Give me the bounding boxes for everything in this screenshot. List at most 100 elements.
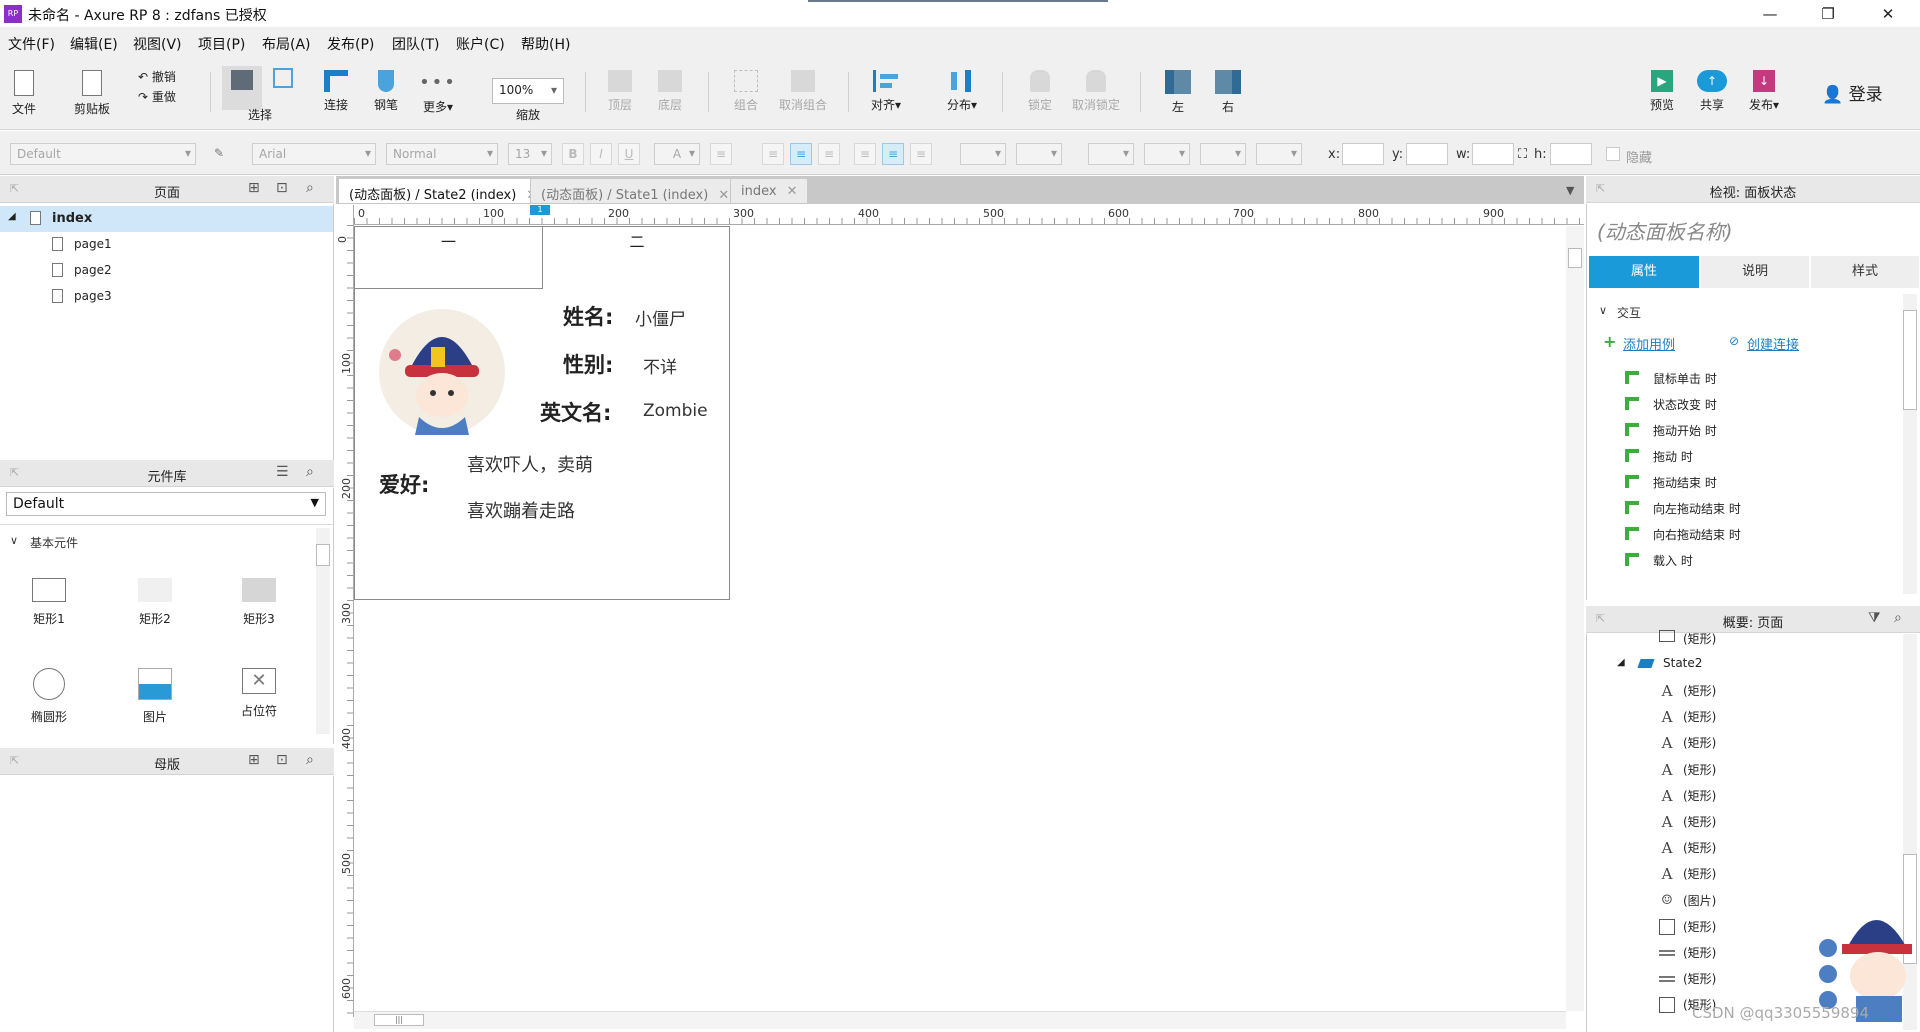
- lock-button[interactable]: 锁定: [1020, 70, 1060, 113]
- tab-index[interactable]: index ✕: [730, 178, 809, 204]
- add-master-icon[interactable]: ⊞: [248, 752, 260, 768]
- close-icon[interactable]: ✕: [787, 184, 798, 199]
- filter-icon[interactable]: ⧩: [1868, 610, 1881, 626]
- inspector-scrollbar[interactable]: [1903, 294, 1917, 594]
- group-button[interactable]: 组合: [724, 70, 768, 113]
- add-page-icon[interactable]: ⊞: [248, 180, 260, 196]
- library-select[interactable]: Default ▼: [6, 492, 326, 516]
- font-weight-select[interactable]: Normal: [386, 143, 498, 165]
- add-case-link[interactable]: 添加用例: [1623, 334, 1675, 353]
- close-button[interactable]: ✕: [1868, 3, 1908, 25]
- publish-button[interactable]: ↓ 发布▾: [1742, 70, 1786, 113]
- line-color-select[interactable]: [1088, 143, 1134, 165]
- fill-color-select[interactable]: [960, 143, 1006, 165]
- event-dragend[interactable]: 拖动结束 时: [1587, 470, 1917, 496]
- panel-name-input[interactable]: (动态面板名称): [1597, 216, 1733, 245]
- page-item-page3[interactable]: page3: [0, 284, 333, 310]
- connect-tool[interactable]: 连接: [318, 70, 354, 113]
- menu-file[interactable]: 文件(F): [8, 34, 55, 54]
- tab-state2[interactable]: (动态面板) / State2 (index)✕: [338, 178, 549, 204]
- widget-rect1[interactable]: 矩形1: [4, 578, 94, 627]
- outline-state2[interactable]: ◢ State2: [1587, 652, 1917, 678]
- page-item-index[interactable]: ◢ index: [0, 206, 333, 232]
- valign-middle-icon[interactable]: ≡: [882, 143, 904, 165]
- chevron-down-icon[interactable]: ∨: [1599, 304, 1607, 317]
- event-onload[interactable]: 载入 时: [1587, 548, 1917, 574]
- event-onclick[interactable]: 鼠标单击 时: [1587, 366, 1917, 392]
- canvas-horizontal-scrollbar[interactable]: |||: [354, 1011, 1566, 1029]
- font-family-select[interactable]: Arial: [252, 143, 376, 165]
- create-link-link[interactable]: 创建连接: [1747, 334, 1799, 353]
- bold-button[interactable]: B: [562, 143, 584, 165]
- h-input[interactable]: [1550, 143, 1592, 165]
- valign-bottom-icon[interactable]: ≡: [910, 143, 932, 165]
- menu-layout[interactable]: 布局(A): [262, 34, 311, 54]
- align-button[interactable]: 对齐▾: [864, 70, 908, 113]
- event-drag[interactable]: 拖动 时: [1587, 444, 1917, 470]
- menu-help[interactable]: 帮助(H): [521, 34, 570, 54]
- share-button[interactable]: ↑ 共享: [1692, 70, 1732, 113]
- dynamic-panel-state2[interactable]: 一 二 姓名: 小僵尸 性别: 不详 英文名: Zombie 爱好: 喜欢吓人，…: [354, 226, 730, 600]
- canvas-vertical-scrollbar[interactable]: [1566, 226, 1584, 1011]
- menu-edit[interactable]: 编辑(E): [70, 34, 118, 54]
- menu-icon[interactable]: ☰: [276, 464, 289, 480]
- outline-item[interactable]: A (矩形): [1587, 757, 1917, 783]
- underline-button[interactable]: U: [618, 143, 640, 165]
- select-mode-button[interactable]: [270, 68, 296, 92]
- menu-project[interactable]: 项目(P): [198, 34, 245, 54]
- send-to-back-button[interactable]: 底层: [650, 70, 690, 113]
- style-edit-icon[interactable]: ✎: [208, 143, 230, 165]
- font-color-select[interactable]: A: [654, 143, 700, 165]
- outline-item[interactable]: A (矩形): [1587, 678, 1917, 704]
- pen-tool[interactable]: 钢笔: [368, 70, 404, 113]
- outline-item[interactable]: A (矩形): [1587, 809, 1917, 835]
- x-input[interactable]: [1342, 143, 1384, 165]
- collapse-icon[interactable]: ◢: [1617, 657, 1625, 668]
- redo-button[interactable]: ↷ 重做: [138, 88, 176, 105]
- bring-to-front-button[interactable]: 顶层: [600, 70, 640, 113]
- event-swiperight[interactable]: 向右拖动结束 时: [1587, 522, 1917, 548]
- file-button[interactable]: 文件: [8, 70, 40, 117]
- undo-button[interactable]: ↶ 撤销: [138, 68, 176, 85]
- restore-button[interactable]: ❐: [1808, 3, 1848, 25]
- outline-item[interactable]: A (矩形): [1587, 730, 1917, 756]
- search-icon[interactable]: ⌕: [306, 752, 314, 768]
- align-center-icon[interactable]: ≡: [790, 143, 812, 165]
- menu-publish[interactable]: 发布(P): [327, 34, 374, 54]
- font-size-select[interactable]: 13: [508, 143, 552, 165]
- chevron-down-icon[interactable]: ∨: [10, 534, 18, 547]
- zoom-select[interactable]: 100% ▾: [492, 78, 564, 104]
- outline-item[interactable]: (矩形): [1587, 628, 1917, 654]
- search-icon[interactable]: ⌕: [1894, 610, 1902, 626]
- clipboard-button[interactable]: 剪贴板: [72, 70, 112, 117]
- outline-item[interactable]: A (矩形): [1587, 783, 1917, 809]
- tab-two[interactable]: 二: [543, 227, 731, 289]
- line-width-select[interactable]: [1144, 143, 1190, 165]
- event-dragstart[interactable]: 拖动开始 时: [1587, 418, 1917, 444]
- event-swipeleft[interactable]: 向左拖动结束 时: [1587, 496, 1917, 522]
- widget-image[interactable]: 图片: [110, 668, 200, 725]
- distribute-button[interactable]: 分布▾: [940, 70, 984, 113]
- add-folder-icon[interactable]: ⊡: [276, 752, 288, 768]
- close-icon[interactable]: ✕: [718, 188, 729, 203]
- tab-notes[interactable]: 说明: [1701, 256, 1809, 288]
- search-icon[interactable]: ⌕: [306, 464, 314, 480]
- widget-placeholder[interactable]: ✕ 占位符: [214, 668, 304, 719]
- unlock-button[interactable]: 取消锁定: [1068, 70, 1124, 113]
- collapse-icon[interactable]: ◢: [8, 211, 16, 222]
- shadow-select[interactable]: [1016, 143, 1062, 165]
- preview-button[interactable]: ▶ 预览: [1642, 70, 1682, 113]
- outline-item[interactable]: A (矩形): [1587, 704, 1917, 730]
- bullet-list-icon[interactable]: ≡: [710, 143, 732, 165]
- event-statechange[interactable]: 状态改变 时: [1587, 392, 1917, 418]
- italic-button[interactable]: I: [590, 143, 612, 165]
- right-pane-button[interactable]: 右: [1208, 70, 1248, 115]
- search-icon[interactable]: ⌕: [306, 180, 314, 196]
- valign-top-icon[interactable]: ≡: [854, 143, 876, 165]
- menu-team[interactable]: 团队(T): [392, 34, 439, 54]
- outline-item[interactable]: A (矩形): [1587, 861, 1917, 887]
- zoom-control[interactable]: 100% ▾ 缩放: [492, 78, 564, 123]
- widget-ellipse[interactable]: 椭圆形: [4, 668, 94, 725]
- library-scrollbar[interactable]: [316, 528, 330, 734]
- lock-ratio-icon[interactable]: ⛶: [1518, 147, 1527, 162]
